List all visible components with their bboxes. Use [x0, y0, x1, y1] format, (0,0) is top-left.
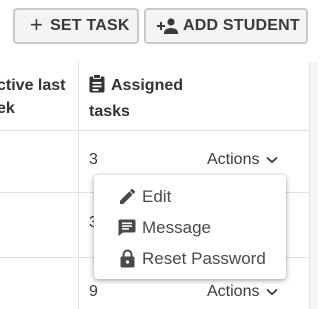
lock-icon: [117, 249, 137, 268]
menu-item-label: Reset Password: [142, 248, 266, 268]
header-row-divider: [0, 130, 310, 131]
column-divider: [78, 62, 79, 309]
column-header-active-last-week[interactable]: ctive last ek: [0, 74, 77, 120]
set-task-label: SET TASK: [50, 17, 130, 34]
actions-dropdown-button[interactable]: Actions: [207, 151, 279, 169]
add-student-button[interactable]: ADD STUDENT: [144, 8, 308, 44]
clipboard-icon: [89, 74, 105, 100]
menu-item-label: Edit: [142, 186, 172, 206]
column-header-assigned-tasks[interactable]: Assigned tasks: [89, 74, 199, 123]
header-line: Assigned: [111, 77, 184, 94]
menu-item-edit[interactable]: Edit: [94, 181, 286, 212]
header-line: ctive last: [0, 77, 66, 94]
actions-label: Actions: [207, 151, 260, 168]
menu-item-label: Message: [142, 217, 211, 237]
scrollbar-track[interactable]: [309, 62, 318, 309]
chevron-down-icon: [266, 156, 279, 164]
header-line: ek: [0, 100, 15, 117]
add-student-label: ADD STUDENT: [183, 17, 300, 34]
actions-label: Actions: [207, 283, 260, 300]
actions-dropdown-button[interactable]: Actions: [207, 283, 279, 301]
assigned-tasks-value: 9: [89, 283, 98, 300]
header-line: tasks: [89, 103, 130, 120]
menu-item-reset-password[interactable]: Reset Password: [94, 243, 286, 274]
plus-icon: +: [30, 12, 44, 37]
chevron-down-icon: [266, 288, 279, 296]
pencil-icon: [117, 188, 137, 205]
message-icon: [117, 219, 137, 236]
assigned-tasks-value: 3: [89, 151, 98, 168]
actions-menu: Edit Message Reset Password: [94, 175, 286, 279]
menu-item-message[interactable]: Message: [94, 212, 286, 243]
add-person-icon: [157, 17, 179, 35]
set-task-button[interactable]: + SET TASK: [13, 8, 139, 44]
